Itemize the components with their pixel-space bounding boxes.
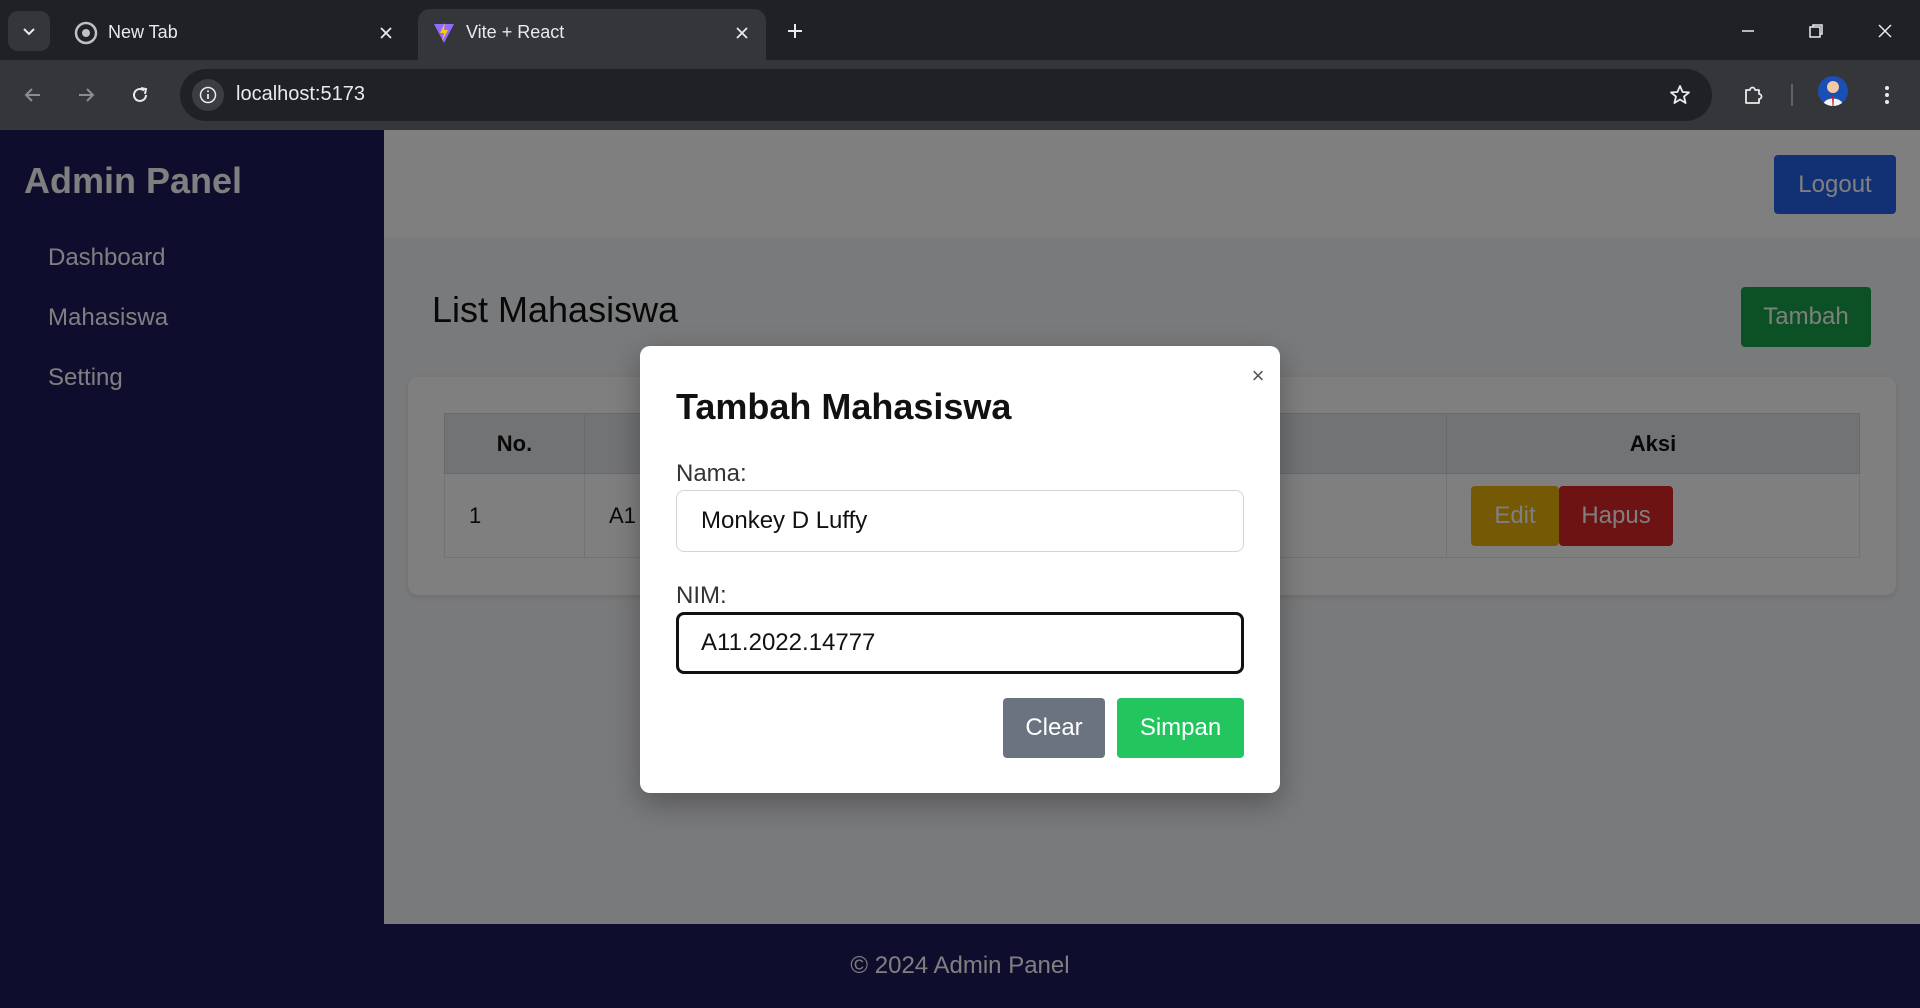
nama-input[interactable]	[676, 490, 1244, 552]
nama-label: Nama:	[676, 460, 747, 487]
extensions-button[interactable]	[1734, 76, 1772, 114]
web-page: Admin Panel Dashboard Mahasiswa Setting …	[0, 130, 1920, 1008]
back-button[interactable]	[14, 76, 52, 114]
clear-button[interactable]: Clear	[1003, 698, 1105, 758]
restore-button[interactable]	[1799, 14, 1833, 48]
browser-toolbar: localhost:5173	[0, 60, 1920, 130]
toolbar-divider	[1791, 84, 1793, 106]
new-tab-button[interactable]	[780, 16, 810, 46]
reload-icon	[133, 87, 148, 102]
nim-input[interactable]	[676, 612, 1244, 674]
browser-tab-bar: New Tab Vite + React	[0, 0, 1920, 60]
reload-button[interactable]	[121, 76, 159, 114]
url-text: localhost:5173	[236, 83, 365, 105]
site-info-icon[interactable]	[192, 79, 224, 111]
close-icon[interactable]	[374, 21, 398, 45]
minimize-icon	[1742, 30, 1754, 32]
chrome-icon	[74, 21, 98, 45]
bookmark-star-icon[interactable]	[1666, 81, 1694, 109]
window-close-button[interactable]	[1868, 14, 1902, 48]
tab-title: Vite + React	[466, 22, 565, 42]
save-button[interactable]: Simpan	[1117, 698, 1244, 758]
arrow-left-icon	[24, 88, 40, 102]
profile-avatar[interactable]	[1818, 76, 1848, 106]
nim-label: NIM:	[676, 582, 727, 609]
tab-search-button[interactable]	[8, 11, 50, 51]
minimize-button[interactable]	[1731, 14, 1765, 48]
tab-title: New Tab	[108, 22, 178, 42]
menu-button[interactable]	[1868, 76, 1906, 114]
kebab-menu-icon	[1885, 86, 1889, 104]
add-student-modal: × Tambah Mahasiswa Nama: NIM: Clear Simp…	[640, 346, 1280, 793]
modal-title: Tambah Mahasiswa	[676, 386, 1012, 427]
chevron-down-icon	[23, 28, 35, 36]
tab-vite-react[interactable]: Vite + React	[418, 9, 766, 60]
puzzle-icon	[1745, 86, 1763, 104]
forward-button[interactable]	[67, 76, 105, 114]
close-icon	[1878, 24, 1892, 38]
close-icon[interactable]	[730, 21, 754, 45]
restore-icon	[1809, 24, 1823, 38]
close-icon[interactable]: ×	[1246, 363, 1270, 388]
vite-icon	[434, 23, 454, 43]
arrow-right-icon	[79, 88, 95, 102]
plus-icon	[788, 24, 802, 38]
address-bar[interactable]: localhost:5173	[180, 69, 1712, 121]
tab-new-tab[interactable]: New Tab	[60, 9, 410, 60]
